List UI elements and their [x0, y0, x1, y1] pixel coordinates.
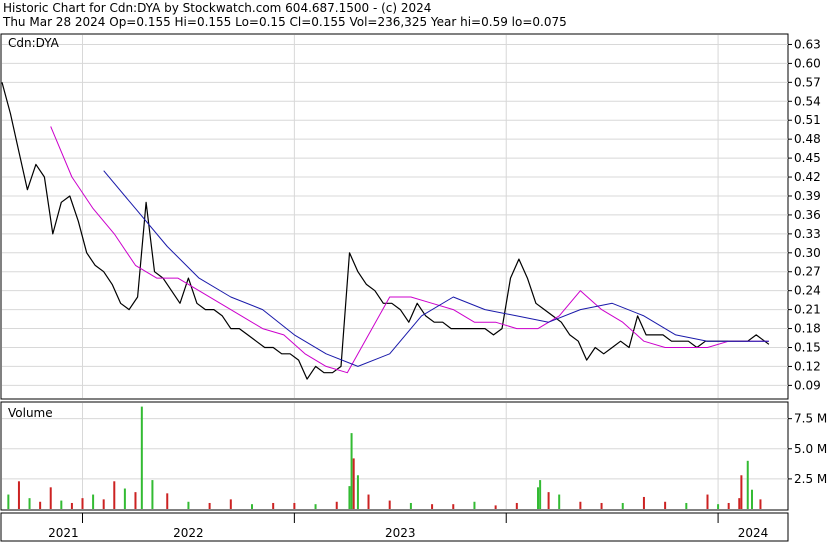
volume-bar	[166, 493, 169, 509]
volume-bar	[348, 486, 351, 509]
volume-panel-title: Volume	[8, 406, 53, 420]
volume-bar	[314, 504, 317, 509]
volume-y-ticks: 7.5 M 5.0 M 2.5 M	[788, 412, 827, 486]
volume-bar	[452, 504, 455, 509]
x-axis-year-label: 2021	[48, 526, 79, 540]
price-tick-label: 0.42	[794, 170, 821, 184]
volume-bar	[759, 499, 762, 509]
volume-bar	[409, 502, 412, 509]
volume-bar	[717, 504, 720, 509]
volume-bar	[140, 406, 143, 509]
price-tick-label: 0.21	[794, 303, 821, 317]
volume-bar	[515, 502, 518, 509]
volume-bar	[579, 501, 582, 509]
volume-bar	[17, 481, 20, 509]
volume-tick-label: 2.5 M	[794, 472, 827, 486]
volume-bar	[208, 502, 211, 509]
volume-bar	[431, 504, 434, 509]
volume-bar	[738, 498, 741, 509]
price-y-ticks: 0.63 0.60 0.57 0.54 0.51 0.48 0.45 0.42 0.39 0.36…	[788, 37, 821, 392]
volume-bar	[642, 496, 645, 509]
volume-tick-label: 5.0 M	[794, 442, 827, 456]
volume-bar	[740, 475, 743, 509]
price-tick-label: 0.63	[794, 37, 821, 51]
volume-bar	[113, 481, 116, 509]
volume-bar	[706, 494, 709, 509]
volume-bar	[367, 494, 370, 509]
volume-bar	[187, 501, 190, 509]
volume-bar	[293, 502, 296, 509]
price-tick-label: 0.60	[794, 56, 821, 70]
volume-bar	[60, 500, 63, 509]
volume-bar	[664, 501, 667, 509]
volume-bar	[600, 502, 603, 509]
volume-tick-label: 7.5 M	[794, 412, 827, 426]
volume-bar	[388, 500, 391, 509]
volume-bar	[102, 499, 105, 509]
volume-bar	[28, 498, 31, 509]
volume-bar	[547, 492, 550, 509]
price-tick-label: 0.36	[794, 208, 821, 222]
volume-bar	[537, 487, 540, 509]
volume-bar	[151, 480, 154, 509]
price-tick-label: 0.57	[794, 75, 821, 89]
price-panel-frame	[0, 33, 789, 400]
x-axis-year-label: 2023	[385, 526, 416, 540]
price-tick-label: 0.15	[794, 340, 821, 354]
price-tick-label: 0.48	[794, 132, 821, 146]
price-tick-label: 0.45	[794, 151, 821, 165]
price-tick-label: 0.30	[794, 246, 821, 260]
volume-bar	[49, 487, 52, 509]
volume-bar	[81, 498, 84, 509]
volume-bar	[750, 489, 753, 509]
volume-bar	[350, 433, 353, 509]
volume-bar	[134, 492, 137, 509]
price-tick-label: 0.27	[794, 265, 821, 279]
volume-bar	[539, 480, 542, 509]
volume-bar	[229, 499, 232, 509]
price-tick-label: 0.33	[794, 227, 821, 241]
volume-bar	[473, 501, 476, 509]
volume-bar	[621, 502, 624, 509]
price-tick-label: 0.12	[794, 359, 821, 373]
volume-bar	[746, 460, 749, 509]
volume-bar	[356, 475, 359, 509]
volume-bar	[558, 494, 561, 509]
price-tick-label: 0.24	[794, 284, 821, 298]
volume-bar	[494, 505, 497, 509]
price-tick-label: 0.39	[794, 189, 821, 203]
volume-bar	[685, 502, 688, 509]
price-tick-label: 0.54	[794, 94, 821, 108]
x-axis-year-label: 2022	[173, 526, 204, 540]
price-tick-label: 0.51	[794, 113, 821, 127]
volume-bar	[727, 502, 730, 509]
x-axis-year-label: 2024	[738, 526, 769, 540]
stock-chart: 0.63 0.60 0.57 0.54 0.51 0.48 0.45 0.42 0.39 0.36…	[0, 33, 827, 542]
volume-bar	[250, 504, 253, 509]
volume-bar	[92, 494, 95, 509]
volume-bar	[272, 502, 275, 509]
volume-bar	[352, 458, 355, 509]
volume-bar	[7, 494, 10, 509]
volume-bar	[39, 501, 42, 509]
price-tick-label: 0.09	[794, 378, 821, 392]
volume-bar	[335, 501, 338, 509]
price-panel-title: Cdn:DYA	[8, 36, 60, 50]
volume-bar	[123, 488, 126, 509]
volume-bar	[70, 502, 73, 509]
price-tick-label: 0.18	[794, 322, 821, 336]
